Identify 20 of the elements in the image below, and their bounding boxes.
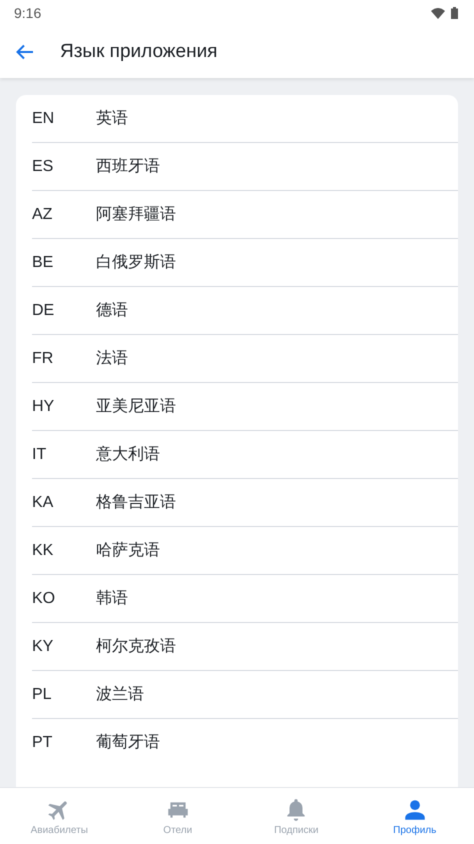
wifi-icon: [431, 8, 445, 18]
language-item[interactable]: HY 亚美尼亚语: [16, 383, 458, 430]
nav-tab[interactable]: Профиль: [356, 788, 474, 844]
language-item[interactable]: PL 波兰语: [16, 671, 458, 718]
language-item[interactable]: KK 哈萨克语: [16, 527, 458, 574]
language-item[interactable]: FR 法语: [16, 335, 458, 382]
language-item[interactable]: KY 柯尔克孜语: [16, 623, 458, 670]
language-item[interactable]: DE 德语: [16, 287, 458, 334]
screen-title: Язык приложения: [60, 41, 218, 63]
language-item[interactable]: EN 英语: [16, 95, 458, 142]
language-item[interactable]: BE 白俄罗斯语: [16, 239, 458, 286]
language-item[interactable]: KA 格鲁吉亚语: [16, 479, 458, 526]
language-item[interactable]: AZ 阿塞拜疆语: [16, 191, 458, 238]
language-item[interactable]: PT 葡萄牙语: [16, 719, 458, 766]
language-item[interactable]: IT 意大利语: [16, 431, 458, 478]
status-time: 9:16: [14, 5, 42, 21]
battery-icon: [451, 7, 458, 19]
language-item[interactable]: KO 韩语: [16, 575, 458, 622]
back-arrow-icon: [16, 44, 34, 60]
language-item[interactable]: ES 西班牙语: [16, 143, 458, 190]
